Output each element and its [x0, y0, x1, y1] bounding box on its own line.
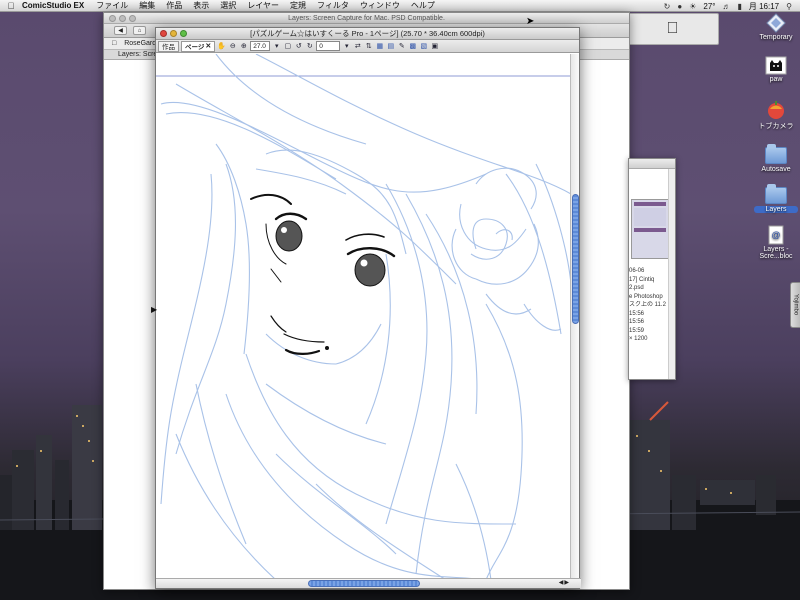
browser-title: Layers: Screen Capture for Mac. PSD Comp… — [288, 14, 445, 22]
menu-view[interactable]: 表示 — [193, 0, 209, 11]
desktop-icon-layers[interactable]: Layers — [754, 183, 798, 213]
screenshot-thumbnail[interactable] — [631, 199, 669, 259]
zoom-icon[interactable] — [129, 15, 136, 22]
volume-icon[interactable]: ♬ — [722, 2, 730, 11]
hand-tool-icon[interactable]: ✋ — [217, 42, 226, 51]
back-button[interactable]: ◀ — [114, 26, 127, 35]
mouse-cursor-icon: ➤ — [526, 16, 535, 27]
side-window-titlebar[interactable] — [629, 159, 675, 169]
apple-popup:  — [626, 13, 719, 45]
sync-icon[interactable]: ↻ — [664, 2, 671, 11]
cat-icon — [765, 55, 787, 75]
desktop-icon-label: Layers - Scre...bloc — [759, 246, 793, 260]
desktop-icon-paw[interactable]: paw — [754, 55, 798, 83]
flip-vertical-icon[interactable]: ⇅ — [364, 42, 373, 51]
wifi-icon[interactable]: ● — [677, 2, 682, 11]
tab-page-label: ページ — [185, 44, 205, 51]
zoom-input[interactable]: 27.0 — [250, 41, 271, 51]
weather-icon[interactable]: ☀ — [689, 2, 696, 11]
menu-ruler[interactable]: 定規 — [290, 0, 306, 11]
menu-file[interactable]: ファイル — [96, 0, 128, 11]
flip-horizontal-icon[interactable]: ⇄ — [353, 42, 362, 51]
document-icon: @ — [765, 225, 787, 245]
close-icon[interactable] — [109, 15, 116, 22]
bookmarks-icon[interactable]: □ — [112, 40, 116, 47]
desktop-icon-label: Layers — [754, 206, 798, 213]
rotate-right-icon[interactable]: ↻ — [305, 42, 314, 51]
scroll-arrows: ◀ ▶ — [559, 579, 569, 586]
grid-icon[interactable]: ▦ — [375, 42, 384, 51]
close-icon[interactable] — [160, 30, 167, 37]
rotation-input[interactable]: 0 — [316, 41, 341, 51]
zoom-in-icon[interactable]: ⊕ — [239, 42, 248, 51]
menu-select[interactable]: 選択 — [220, 0, 236, 11]
app-menu[interactable]: ComicStudio EX — [22, 1, 84, 10]
menu-layer[interactable]: レイヤー — [247, 0, 279, 11]
minimize-icon[interactable] — [119, 15, 126, 22]
apple-menu-icon[interactable]:  — [6, 1, 16, 11]
zoom-dropdown-icon[interactable]: ▾ — [272, 42, 281, 51]
ruler-icon[interactable]: ▤ — [386, 42, 395, 51]
apple-icon:  — [667, 20, 679, 38]
menu-edit[interactable]: 編集 — [139, 0, 155, 11]
yojimbo-drawer-tab[interactable]: Yojimbo — [790, 282, 800, 328]
diamond-icon — [765, 13, 787, 33]
desktop-icon-label: トブカメラ — [758, 123, 794, 130]
temperature-label[interactable]: 27° — [703, 2, 715, 11]
layer-icon[interactable]: ▩ — [408, 42, 417, 51]
canvas-toolbar: 作品 ページ ✕ ✋ ⊖ ⊕ 27.0 ▾ ▢ ↺ ↻ 0 ▾ ⇄ ⇅ ▦ ▤ … — [156, 40, 579, 53]
vertical-scrollbar[interactable] — [570, 54, 579, 580]
folder-icon — [765, 183, 787, 205]
menu-bar:  ComicStudio EX ファイル 編集 作品 表示 選択 レイヤー 定… — [0, 0, 800, 12]
menu-filter[interactable]: フィルタ — [317, 0, 349, 11]
document-titlebar[interactable]: [パズルゲーム☆はいすくーる Pro - 1ページ] (25.70 * 36.4… — [156, 28, 579, 40]
close-tab-icon[interactable]: ✕ — [205, 42, 211, 50]
minimize-icon[interactable] — [170, 30, 177, 37]
svg-text:@: @ — [771, 230, 780, 240]
menu-clock[interactable]: 月 16:17 — [749, 1, 779, 12]
rotation-dropdown-icon[interactable]: ▾ — [342, 42, 351, 51]
scroll-right-icon[interactable]: ▶ — [564, 579, 569, 586]
browser-window-controls — [109, 15, 136, 22]
folder-icon — [765, 143, 787, 165]
snap-icon[interactable]: ▣ — [430, 42, 439, 51]
desktop-icon-label: Autosave — [761, 166, 791, 173]
fit-icon[interactable]: ▢ — [283, 42, 292, 51]
desktop-icon-temporary[interactable]: Temporary — [754, 13, 798, 41]
apple-icon — [765, 100, 787, 120]
desktop-icon-camera[interactable]: トブカメラ — [754, 100, 798, 131]
browser-tab-label: Layers: Scre — [118, 51, 158, 58]
zoom-icon[interactable] — [180, 30, 187, 37]
browser-titlebar[interactable]: Layers: Screen Capture for Mac. PSD Comp… — [104, 13, 629, 24]
drawing-canvas[interactable] — [156, 54, 571, 580]
zoom-out-icon[interactable]: ⊖ — [228, 42, 237, 51]
menu-window[interactable]: ウィンドウ — [360, 0, 400, 11]
side-window-scrollbar[interactable] — [668, 169, 675, 379]
menu-work[interactable]: 作品 — [166, 0, 182, 11]
scroll-left-icon[interactable]: ◀ — [559, 579, 564, 586]
desktop-icon-label: Temporary — [759, 34, 793, 41]
battery-icon[interactable]: ▮ — [737, 2, 741, 11]
window-controls — [160, 30, 187, 37]
sketch-artwork — [156, 54, 571, 580]
horizontal-scrollbar[interactable]: ◀ ▶ — [156, 578, 581, 588]
horizontal-scroll-thumb[interactable] — [308, 580, 420, 587]
rotate-left-icon[interactable]: ↺ — [294, 42, 303, 51]
menu-help[interactable]: ヘルプ — [411, 0, 435, 11]
side-window: 06-06 17] Cintiq 2.psd e Photoshop スク上の … — [628, 158, 676, 380]
home-icon[interactable]: ⌂ — [133, 26, 146, 35]
tab-work[interactable]: 作品 — [158, 40, 179, 52]
spotlight-icon[interactable]: ⚲ — [786, 2, 792, 11]
desktop-icon-label: paw — [769, 76, 783, 83]
tab-page[interactable]: ページ ✕ — [181, 40, 216, 52]
desktop-icon-autosave[interactable]: Autosave — [754, 143, 798, 173]
pen-icon[interactable]: ✎ — [397, 42, 406, 51]
comicstudio-document-window: [パズルゲーム☆はいすくーる Pro - 1ページ] (25.70 * 36.4… — [155, 27, 581, 589]
document-title: [パズルゲーム☆はいすくーる Pro - 1ページ] (25.70 * 36.4… — [250, 29, 485, 38]
vertical-scroll-thumb[interactable] — [572, 194, 579, 324]
menu-extras: ↻ ● ☀ 27° ♬ ▮ 月 16:17 ⚲ — [664, 0, 792, 12]
guide-icon[interactable]: ▧ — [419, 42, 428, 51]
desktop-icon-layers-doc[interactable]: @ Layers - Scre...bloc — [754, 225, 798, 260]
panel-toggle-icon[interactable]: ▶ — [151, 305, 157, 315]
